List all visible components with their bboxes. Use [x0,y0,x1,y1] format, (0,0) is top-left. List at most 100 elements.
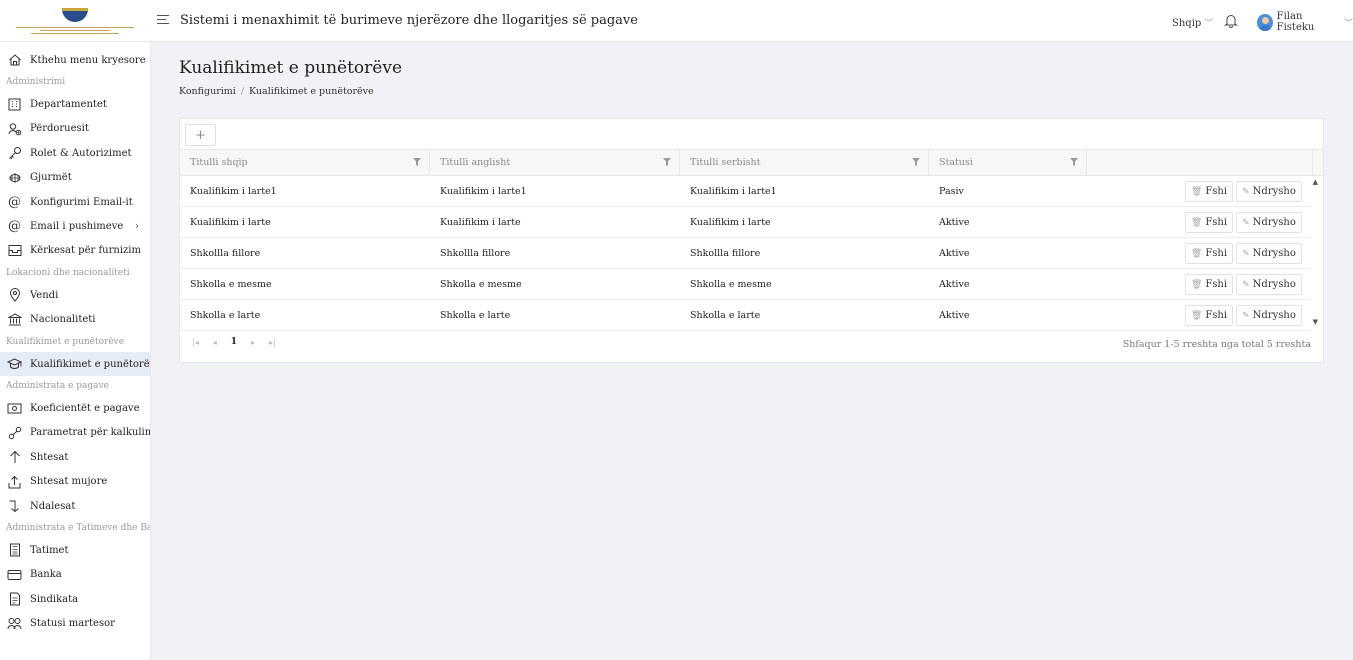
cell-statusi: Aktive [939,309,970,321]
cell-titulli-shqip: Kualifikim i larte1 [190,185,277,197]
document-icon [7,592,22,607]
sidebar-item-kualifikimet[interactable]: Kualifikimet e punëtorëve [0,351,151,377]
sidebar-item-nacionaliteti[interactable]: Nacionaliteti [0,308,150,332]
cell-titulli-anglisht: Shkolla e larte [440,309,511,321]
scroll-down-arrow-icon[interactable]: ▼ [1313,318,1318,326]
sidebar-item-parametrat[interactable]: Parametrat për kalkulim [0,421,150,445]
sidebar-item-label: Kualifikimet e punëtorëve [30,358,151,370]
sidebar-section-header: Administrimi [6,77,66,88]
edit-label: Ndrysho [1252,279,1296,290]
trash-icon: 🗑 [1190,186,1203,197]
scroll-up-arrow-icon[interactable]: ▲ [1313,178,1318,186]
app-logo[interactable] [0,0,150,42]
cell-titulli-serbisht: Kualifikim i larte [690,216,771,228]
cell-titulli-anglisht: Kualifikim i larte1 [440,185,527,197]
notification-bell-icon[interactable] [1223,13,1239,28]
sidebar-item-label: Gjurmët [30,172,72,184]
sidebar-item-kerkesat-furnizim[interactable]: Kërkesat për furnizim [0,239,150,263]
cell-titulli-shqip: Shkollla fillore [190,247,261,259]
breadcrumb-separator: / [240,86,245,97]
last-page-icon[interactable]: ▸| [269,338,276,347]
page-title: Kualifikimet e punëtorëve [179,58,403,78]
breadcrumb-item-konfigurimi[interactable]: Konfigurimi [179,86,236,97]
column-header-titulli-shqip[interactable]: Titulli shqip [180,150,430,175]
edit-button[interactable]: ✎ Ndrysho [1236,181,1302,202]
sidebar-item-perdoruesit[interactable]: Përdoruesit [0,117,150,141]
cell-statusi: Aktive [939,247,970,259]
chevron-down-icon: ﹀ [1204,19,1214,29]
delete-button[interactable]: 🗑 Fshi [1185,274,1233,295]
sidebar-item-vendi[interactable]: Vendi [0,283,150,307]
sidebar-item-konfigurimi-email[interactable]: @ Konfigurimi Email-it [0,190,150,214]
sidebar-item-back-to-main-menu[interactable]: Kthehu menu kryesore [0,48,150,72]
filter-icon[interactable] [912,158,920,169]
column-header-titulli-anglisht[interactable]: Titulli anglisht [430,150,680,175]
edit-button[interactable]: ✎ Ndrysho [1236,305,1302,326]
pagination-info: Shfaqur 1-5 rreshta nga total 5 rreshta [1122,339,1311,350]
sidebar-item-label: Sindikata [30,593,79,605]
pencil-icon: ✎ [1242,310,1250,321]
sidebar-item-koeficientet[interactable]: Koeficientët e pagave [0,396,150,420]
language-selector[interactable]: Shqip ﹀ [1172,16,1213,29]
filter-icon[interactable] [1070,158,1078,169]
top-header: Sistemi i menaxhimit të burimeve njerëzo… [0,0,1353,42]
column-header-titulli-serbisht[interactable]: Titulli serbisht [680,150,929,175]
sidebar-item-tatimet[interactable]: Tatimet [0,538,150,562]
sidebar-item-label: Kthehu menu kryesore [30,54,146,66]
footprint-icon [7,170,22,185]
edit-button[interactable]: ✎ Ndrysho [1236,274,1302,295]
location-icon [7,288,22,303]
add-button[interactable]: + [185,124,216,146]
sidebar-item-statusi-martesor[interactable]: Statusi martesor [0,611,150,635]
chevron-right-icon: › [135,221,139,233]
edit-label: Ndrysho [1252,310,1296,321]
language-label: Shqip [1172,18,1202,29]
calculator-icon [7,543,22,558]
building-icon [7,97,22,112]
sidebar-section-header: Lokacioni dhe nacionaliteti [6,268,130,279]
edit-button[interactable]: ✎ Ndrysho [1236,243,1302,264]
sidebar-item-label: Ndalesat [30,500,76,512]
delete-button[interactable]: 🗑 Fshi [1185,305,1233,326]
table-row: Kualifikim i larte1 Kualifikim i larte1 … [180,176,1311,207]
column-header-label: Titulli shqip [190,157,248,168]
delete-button[interactable]: 🗑 Fshi [1185,181,1233,202]
first-page-icon[interactable]: |◂ [192,338,199,347]
sidebar-item-shtesat-mujore[interactable]: Shtesat mujore [0,469,150,493]
sidebar-item-rolet-autorizimet[interactable]: Rolet & Autorizimet [0,141,150,165]
filter-icon[interactable] [663,158,671,169]
sidebar-item-shtesat[interactable]: Shtesat [0,445,150,469]
filter-icon[interactable] [413,158,421,169]
sidebar-section-header: Kualifikimet e punëtorëve [6,336,125,347]
delete-button[interactable]: 🗑 Fshi [1185,243,1233,264]
cell-titulli-anglisht: Kualifikim i larte [440,216,521,228]
emblem-icon [62,8,88,22]
sidebar-item-label: Statusi martesor [30,618,115,630]
sidebar-item-departamentet[interactable]: Departamentet [0,92,150,116]
breadcrumb: Konfigurimi / Kualifikimet e punëtorëve [179,86,374,97]
delete-button[interactable]: 🗑 Fshi [1185,212,1233,233]
app-title: Sistemi i menaxhimit të burimeve njerëzo… [180,13,638,28]
page-number-current[interactable]: 1 [231,337,237,347]
next-page-icon[interactable]: ▸ [251,338,255,347]
table-row: Shkolla e mesme Shkolla e mesme Shkolla … [180,269,1311,300]
edit-button[interactable]: ✎ Ndrysho [1236,212,1302,233]
column-header-label: Statusi [939,157,973,168]
user-add-icon [7,121,22,136]
sidebar-section-header: Administrata e pagave [6,381,109,392]
user-menu[interactable]: Filan Fisteku ﹀ [1257,11,1353,33]
sidebar-item-sindikata[interactable]: Sindikata [0,587,150,611]
column-header-statusi[interactable]: Statusi [929,150,1087,175]
sidebar-item-email-pushimeve[interactable]: @ Email i pushimeve › [0,214,150,238]
delete-label: Fshi [1205,279,1228,290]
pencil-icon: ✎ [1242,186,1250,197]
edit-label: Ndrysho [1252,217,1296,228]
prev-page-icon[interactable]: ◂ [213,338,217,347]
menu-toggle-icon[interactable] [157,15,169,26]
sidebar-item-ndalesat[interactable]: Ndalesat [0,494,150,518]
sidebar-item-gjurmet[interactable]: Gjurmët [0,166,150,190]
trash-icon: 🗑 [1190,217,1203,228]
sidebar-item-banka[interactable]: Banka [0,563,150,587]
delete-label: Fshi [1205,310,1228,321]
cell-titulli-serbisht: Shkolla e larte [690,309,761,321]
